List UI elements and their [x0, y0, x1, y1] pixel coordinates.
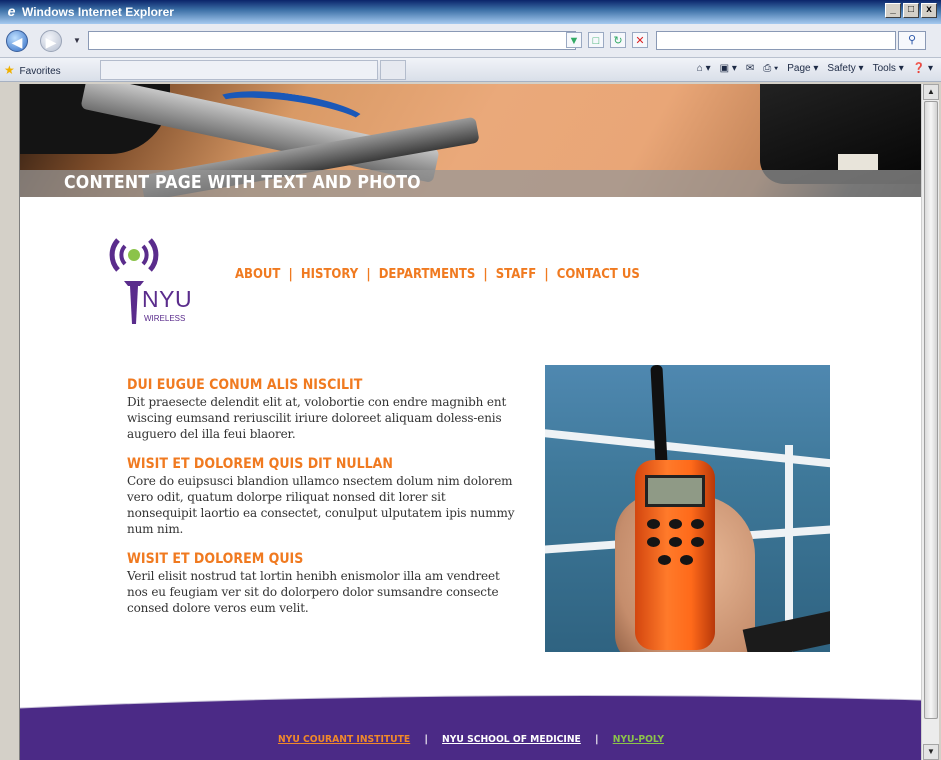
address-bar: ◀ ▶ ▼ ▼ □ ↻ ✕ ⚲	[0, 24, 941, 58]
scroll-down-icon[interactable]: ▼	[923, 744, 939, 760]
command-items: ⌂ ▾ ▣ ▾ ✉ ⎙ ▾ Page ▾ Safety ▾ Tools ▾ ❓ …	[697, 63, 933, 74]
history-dropdown-icon[interactable]: ▼	[73, 36, 81, 45]
search-input[interactable]	[656, 31, 896, 50]
feeds-icon[interactable]: ▣ ▾	[720, 63, 737, 74]
help-icon[interactable]: ❓ ▾	[913, 63, 933, 74]
minimize-button[interactable]: _	[885, 3, 901, 18]
window-title: Windows Internet Explorer	[22, 5, 174, 19]
logo-subtitle: WIRELESS	[144, 314, 186, 323]
nav-link-departments[interactable]: DEPARTMENTS	[379, 267, 476, 282]
hero-banner: CONTENT PAGE WITH TEXT AND PHOTO	[20, 84, 921, 197]
nav-separator: |	[288, 267, 293, 282]
compatibility-icon[interactable]: □	[588, 32, 604, 48]
tools-menu[interactable]: Tools ▾	[873, 63, 904, 74]
forward-button[interactable]: ▶	[40, 30, 62, 52]
nav-separator: |	[544, 267, 549, 282]
nav-link-contact-us[interactable]: CONTACT US	[557, 267, 640, 282]
footer-separator: |	[424, 734, 428, 745]
footer-link-medicine[interactable]: NYU SCHOOL OF MEDICINE	[442, 734, 581, 745]
radio-photo	[545, 365, 830, 652]
home-icon[interactable]: ⌂ ▾	[697, 63, 711, 74]
nav-link-staff[interactable]: STAFF	[496, 267, 537, 282]
print-icon[interactable]: ⎙ ▾	[763, 63, 778, 74]
scroll-thumb[interactable]	[924, 101, 938, 719]
title-bar: e Windows Internet Explorer _ □ x	[0, 0, 941, 24]
section-heading: DUI EUGUE CONUM ALIS NISCILIT	[127, 377, 363, 393]
section-heading: WISIT ET DOLOREM QUIS	[127, 551, 304, 567]
nav-separator: |	[483, 267, 488, 282]
section-body: Dit praesecte delendit elit at, volobort…	[127, 395, 507, 441]
search-icon[interactable]: ⚲	[898, 31, 926, 50]
footer-link-courant[interactable]: NYU COURANT INSTITUTE	[278, 734, 410, 745]
footer-link-poly[interactable]: NYU-POLY	[613, 734, 664, 745]
footer-separator: |	[595, 734, 599, 745]
star-icon: ★	[4, 63, 15, 77]
mail-icon[interactable]: ✉	[746, 63, 754, 74]
url-input[interactable]	[88, 31, 576, 50]
nav-link-history[interactable]: HISTORY	[301, 267, 358, 282]
back-button[interactable]: ◀	[6, 30, 28, 52]
page-title: CONTENT PAGE WITH TEXT AND PHOTO	[64, 172, 421, 193]
current-tab[interactable]	[100, 60, 378, 80]
section-body: Core do euipsusci blandion ullamco nsect…	[127, 474, 515, 536]
section-heading: WISIT ET DOLOREM QUIS DIT NULLAN	[127, 456, 393, 472]
main-content: DUI EUGUE CONUM ALIS NISCILIT Dit praese…	[127, 377, 517, 630]
section-body: Veril elisit nostrud tat lortin henibh e…	[127, 569, 500, 615]
scroll-up-icon[interactable]: ▲	[923, 84, 939, 100]
nyu-wireless-logo[interactable]: NYU WIRELESS	[106, 232, 206, 327]
page-menu[interactable]: Page ▾	[787, 63, 818, 74]
nav-separator: |	[366, 267, 371, 282]
new-tab-button[interactable]	[380, 60, 406, 80]
url-dropdown-icon[interactable]: ▼	[566, 32, 582, 48]
close-button[interactable]: x	[921, 3, 937, 18]
favorites-button[interactable]: ★ Favorites	[4, 63, 61, 77]
ie-logo-icon: e	[7, 3, 16, 19]
logo-wordmark: NYU	[142, 286, 193, 312]
main-nav: ABOUT | HISTORY | DEPARTMENTS | STAFF | …	[235, 267, 640, 282]
page-viewport: CONTENT PAGE WITH TEXT AND PHOTO NYU WIR…	[19, 84, 921, 760]
nav-link-about[interactable]: ABOUT	[235, 267, 280, 282]
address-actions: ▼ □ ↻ ✕	[566, 32, 648, 48]
footer-links: NYU COURANT INSTITUTE | NYU SCHOOL OF ME…	[56, 734, 886, 745]
command-bar: ★ Favorites ⌂ ▾ ▣ ▾ ✉ ⎙ ▾ Page ▾ Safety …	[0, 58, 941, 82]
device-image	[760, 84, 921, 184]
footer-band	[20, 695, 921, 760]
window-controls: _ □ x	[885, 3, 937, 18]
maximize-button[interactable]: □	[903, 3, 919, 18]
refresh-icon[interactable]: ↻	[610, 32, 626, 48]
favorites-label: Favorites	[19, 66, 61, 77]
vertical-scrollbar[interactable]: ▲ ▼	[921, 84, 939, 760]
stop-icon[interactable]: ✕	[632, 32, 648, 48]
safety-menu[interactable]: Safety ▾	[827, 63, 863, 74]
